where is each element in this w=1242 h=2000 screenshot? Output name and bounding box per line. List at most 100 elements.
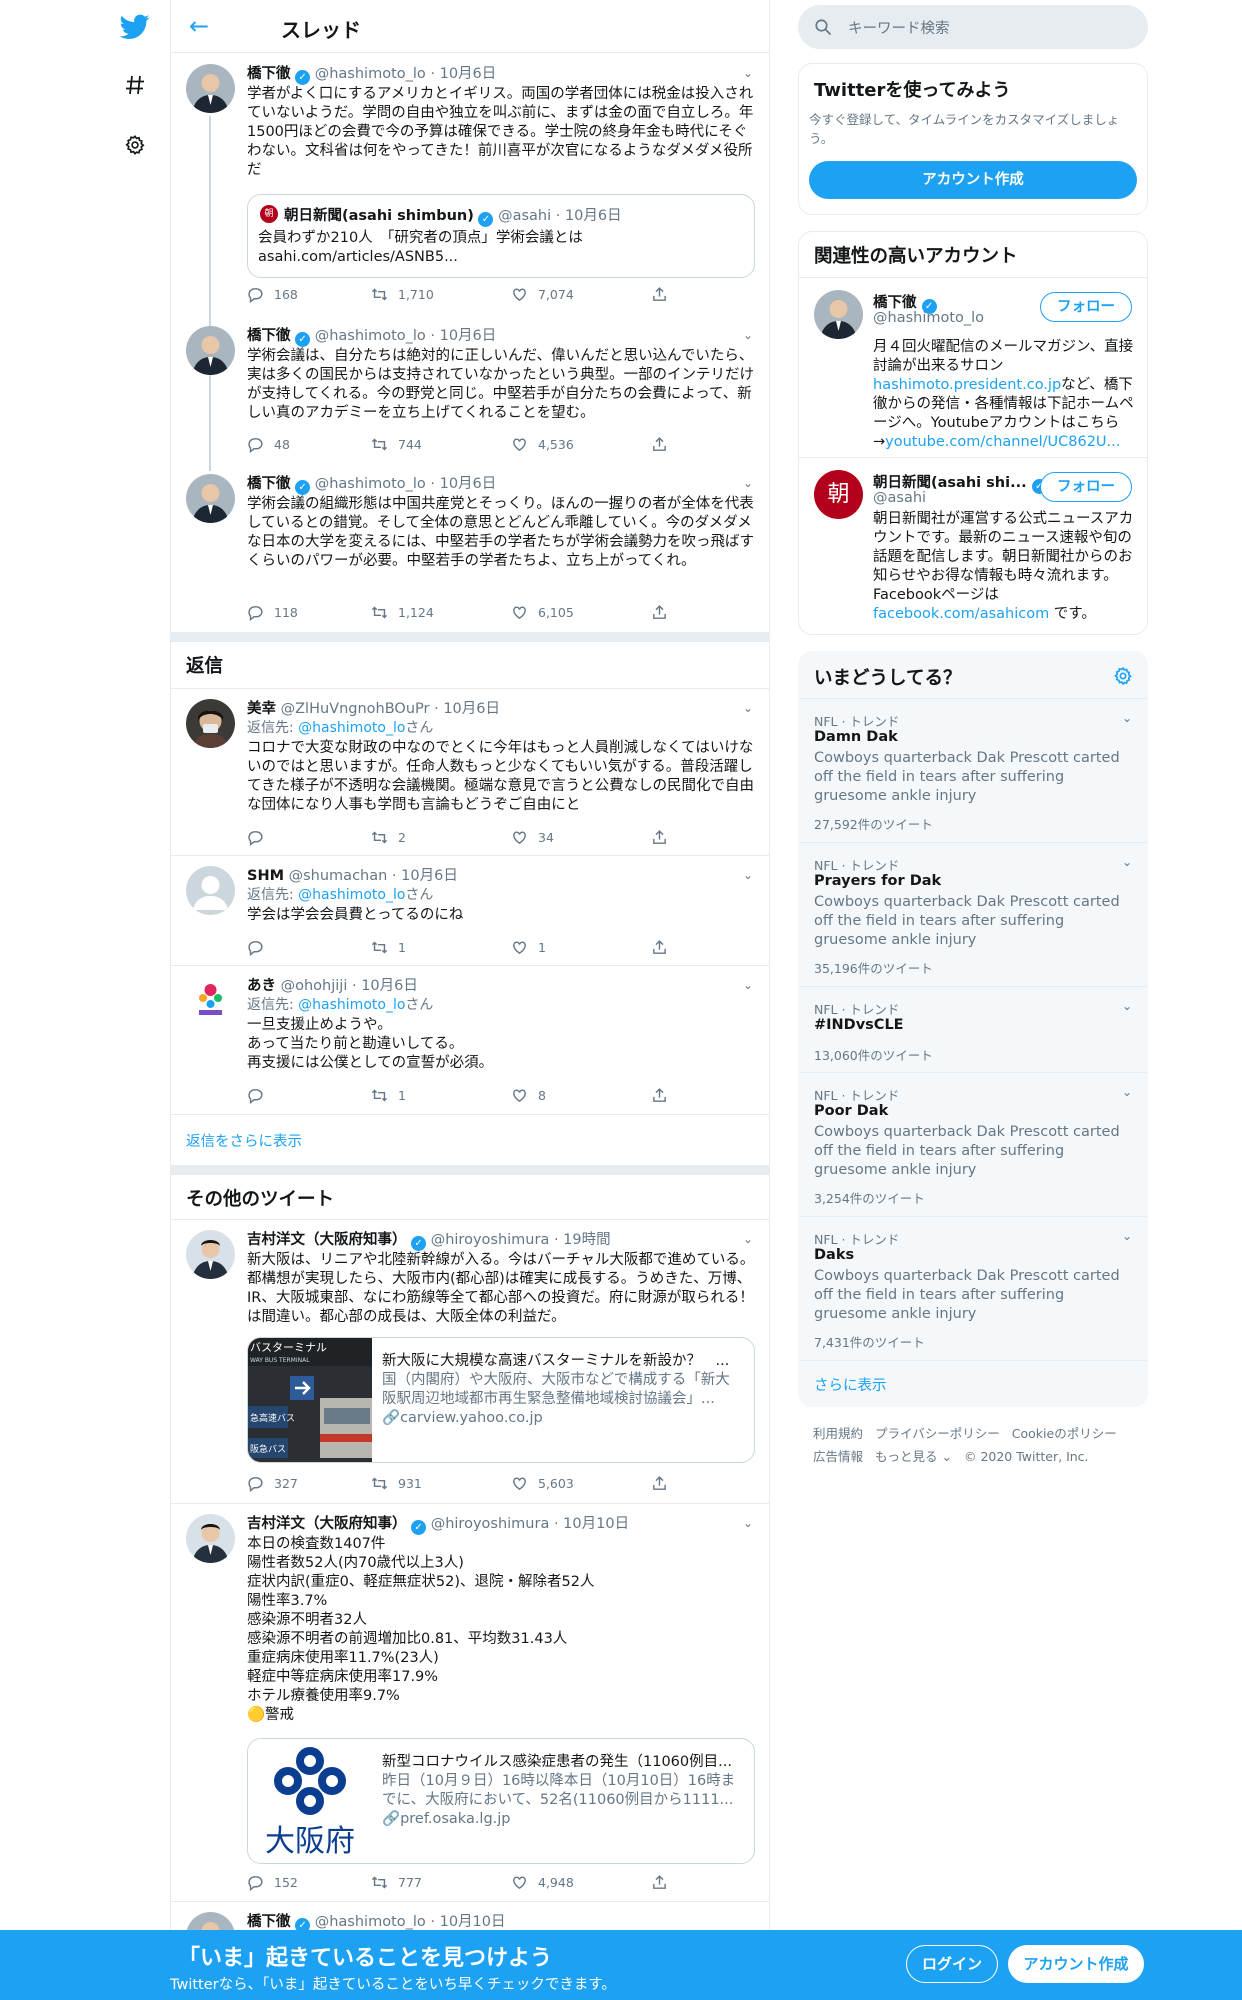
footer-link[interactable]: プライバシーポリシー: [875, 1426, 1000, 1441]
author-name[interactable]: 橋下徹: [247, 328, 291, 344]
author-name[interactable]: 吉村洋文（大阪府知事）: [247, 1516, 407, 1532]
trend-name[interactable]: Prayers for Dak: [814, 873, 941, 889]
trend-name[interactable]: Daks: [814, 1247, 854, 1263]
account-name[interactable]: 橋下徹: [873, 295, 917, 311]
avatar[interactable]: [186, 326, 235, 375]
related-account[interactable]: 朝 朝日新聞(asahi shi... ✓ @asahi フォロー 朝日新聞社が…: [799, 458, 1147, 634]
back-arrow-icon[interactable]: ←: [189, 12, 209, 40]
gear-icon[interactable]: [110, 120, 160, 170]
chevron-down-icon[interactable]: ⌄: [743, 1516, 753, 1530]
author-name[interactable]: 橋下徹: [247, 476, 291, 492]
link-card[interactable]: 大阪府 新型コロナウイルス感染症患者の発生（11060例目... 昨日（10月９…: [247, 1738, 755, 1864]
create-account-button[interactable]: アカウント作成: [809, 161, 1137, 199]
tweet-time[interactable]: 10月6日: [361, 978, 418, 994]
chevron-down-icon[interactable]: ⌄: [743, 978, 753, 992]
trend-item[interactable]: NFL · トレンド Poor Dak Cowboys quarterback …: [799, 1072, 1147, 1216]
chevron-down-icon[interactable]: ⌄: [743, 868, 753, 882]
retweet-button[interactable]: 1,124: [371, 604, 434, 621]
account-handle[interactable]: @asahi: [873, 490, 926, 506]
retweet-button[interactable]: 931: [371, 1475, 422, 1492]
chevron-down-icon[interactable]: ⌄: [743, 328, 753, 342]
avatar[interactable]: [186, 976, 235, 1025]
tweet-time[interactable]: 10月6日: [401, 868, 458, 884]
share-button[interactable]: [651, 436, 668, 453]
thread-tweet[interactable]: 橋下徹 ✓ @hashimoto_lo · 10月6日 学術会議は、自分たちは絶…: [171, 316, 769, 464]
gear-icon[interactable]: [1113, 666, 1133, 690]
chevron-down-icon[interactable]: ⌄: [743, 701, 753, 715]
reply-tweet[interactable]: 美幸 @ZlHuVngnohBOuPr · 10月6日 返信先: @hashim…: [171, 689, 769, 856]
trend-item[interactable]: NFL · トレンド #INDvsCLE 13,060件のツイート ⌄: [799, 986, 1147, 1072]
avatar[interactable]: [814, 290, 863, 339]
reply-button[interactable]: [247, 1087, 274, 1104]
quoted-tweet[interactable]: 朝 朝日新聞(asahi shimbun) ✓ @asahi · 10月6日 会…: [247, 194, 755, 278]
author-name[interactable]: 吉村洋文（大阪府知事）: [247, 1232, 407, 1248]
footer-link[interactable]: もっと見る ⌄: [875, 1449, 952, 1464]
search-input[interactable]: キーワード検索: [848, 17, 950, 38]
chevron-down-icon[interactable]: ⌄: [743, 1232, 753, 1246]
follow-button[interactable]: フォロー: [1040, 292, 1132, 322]
like-button[interactable]: 7,074: [511, 286, 574, 303]
reply-tweet[interactable]: あき @ohohjiji · 10月6日 返信先: @hashimoto_loさ…: [171, 966, 769, 1115]
link-card[interactable]: バスターミナル WAY BUS TERMINAL 急高速バス 阪急バス 新大阪に…: [247, 1337, 755, 1463]
avatar[interactable]: [186, 1514, 235, 1563]
author-handle[interactable]: @ohohjiji: [281, 978, 348, 994]
bio-link[interactable]: youtube.com/channel/UC862U...: [885, 434, 1120, 450]
chevron-down-icon[interactable]: ⌄: [1122, 855, 1132, 869]
thread-tweet[interactable]: 橋下徹 ✓ @hashimoto_lo · 10月6日 学者がよく口にするアメリ…: [171, 54, 769, 316]
author-name[interactable]: 橋下徹: [247, 66, 291, 82]
reply-button[interactable]: [247, 829, 274, 846]
tweet-time[interactable]: 19時間: [563, 1232, 610, 1248]
reply-button[interactable]: [247, 939, 274, 956]
hashtag-icon[interactable]: [110, 60, 160, 110]
share-button[interactable]: [651, 604, 668, 621]
share-button[interactable]: [651, 1087, 668, 1104]
retweet-button[interactable]: 777: [371, 1874, 422, 1891]
share-button[interactable]: [651, 1874, 668, 1891]
tweet-time[interactable]: 10月6日: [440, 328, 497, 344]
chevron-down-icon[interactable]: ⌄: [1122, 999, 1132, 1013]
other-tweet[interactable]: 吉村洋文（大阪府知事） ✓ @hiroyoshimura · 19時間 新大阪は…: [171, 1220, 769, 1504]
account-name[interactable]: 朝日新聞(asahi shi...: [873, 475, 1027, 491]
like-button[interactable]: 8: [511, 1087, 546, 1104]
tweet-time[interactable]: 10月6日: [440, 476, 497, 492]
trend-item[interactable]: NFL · トレンド Daks Cowboys quarterback Dak …: [799, 1216, 1147, 1360]
retweet-button[interactable]: 1: [371, 1087, 406, 1104]
author-name[interactable]: 美幸: [247, 701, 276, 717]
reply-button[interactable]: 327: [247, 1475, 298, 1492]
author-name[interactable]: SHM: [247, 868, 284, 884]
reply-tweet[interactable]: SHM @shumachan · 10月6日 返信先: @hashimoto_l…: [171, 856, 769, 966]
tweet-time[interactable]: 10月6日: [440, 66, 497, 82]
show-more-trends-link[interactable]: さらに表示: [814, 1374, 887, 1395]
avatar[interactable]: [186, 866, 235, 915]
avatar[interactable]: [186, 474, 235, 523]
trend-name[interactable]: Poor Dak: [814, 1103, 888, 1119]
share-button[interactable]: [651, 286, 668, 303]
quote-link[interactable]: asahi.com/articles/ASNB5...: [258, 248, 583, 267]
account-handle[interactable]: @hashimoto_lo: [873, 310, 984, 326]
retweet-button[interactable]: 1: [371, 939, 406, 956]
signup-button[interactable]: アカウント作成: [1008, 1945, 1144, 1983]
other-tweet[interactable]: 吉村洋文（大阪府知事） ✓ @hiroyoshimura · 10月10日 本日…: [171, 1504, 769, 1902]
like-button[interactable]: 34: [511, 829, 554, 846]
bio-link[interactable]: facebook.com/asahicom: [873, 606, 1049, 622]
author-name[interactable]: あき: [247, 978, 276, 994]
trend-name[interactable]: #INDvsCLE: [814, 1017, 904, 1033]
author-handle[interactable]: @hiroyoshimura: [431, 1516, 550, 1532]
trend-item[interactable]: NFL · トレンド Damn Dak Cowboys quarterback …: [799, 698, 1147, 842]
avatar[interactable]: [186, 1230, 235, 1279]
related-account[interactable]: 橋下徹 ✓ @hashimoto_lo フォロー 月４回火曜配信のメールマガジン…: [799, 278, 1147, 458]
author-handle[interactable]: @hashimoto_lo: [315, 328, 426, 344]
author-handle[interactable]: @shumachan: [289, 868, 388, 884]
author-handle[interactable]: @hashimoto_lo: [315, 1914, 426, 1930]
footer-link[interactable]: 利用規約: [813, 1426, 863, 1441]
chevron-down-icon[interactable]: ⌄: [743, 66, 753, 80]
tweet-time[interactable]: 10月10日: [440, 1914, 506, 1930]
reply-to-link[interactable]: @hashimoto_lo: [298, 997, 405, 1013]
chevron-down-icon[interactable]: ⌄: [1122, 711, 1132, 725]
login-button[interactable]: ログイン: [906, 1945, 998, 1983]
chevron-down-icon[interactable]: ⌄: [1122, 1229, 1132, 1243]
retweet-button[interactable]: 2: [371, 829, 406, 846]
tweet-time[interactable]: 10月6日: [443, 701, 500, 717]
bio-link[interactable]: hashimoto.president.co.jp: [873, 377, 1061, 393]
reply-to-link[interactable]: @hashimoto_lo: [298, 887, 405, 903]
